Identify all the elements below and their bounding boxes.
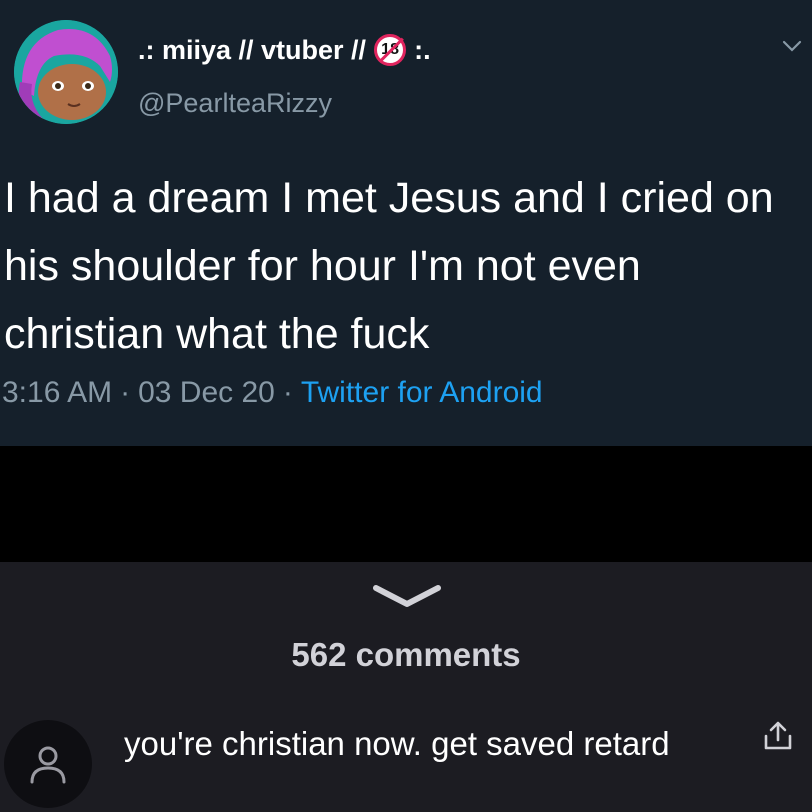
share-icon[interactable] [760,718,796,754]
comment-count: 562 comments [291,636,521,673]
collapse-chevron-icon[interactable] [372,582,442,612]
avatar-illustration [14,20,118,124]
user-handle[interactable]: @PearlteaRizzy [138,88,332,119]
tweet-metadata: 3:16 AM · 03 Dec 20 · Twitter for Android [2,376,543,410]
display-name-text: .: miiya // vtuber // [138,34,367,65]
commenter-avatar[interactable] [4,720,92,808]
display-name[interactable]: .: miiya // vtuber // 18 :. [138,34,431,66]
comments-panel: 562 comments you're christian now. get s… [0,562,812,812]
tweet-time: 3:16 AM [2,376,113,409]
user-icon [30,746,66,784]
separator-dot: · [282,376,293,409]
display-name-suffix: :. [414,34,431,65]
tweet-source-link[interactable]: Twitter for Android [301,376,543,409]
tweet-date: 03 Dec 20 [138,376,275,409]
comment-text: you're christian now. get saved retard [124,725,670,762]
separator-dot: · [120,376,131,409]
chevron-down-icon[interactable] [780,34,804,58]
tweet-text: I had a dream I met Jesus and I cried on… [4,174,774,358]
black-gap [0,446,812,562]
age-restriction-badge: 18 [374,34,407,66]
screenshot: .: miiya // vtuber // 18 :. @PearlteaRiz… [0,0,812,812]
tweet-card: .: miiya // vtuber // 18 :. @PearlteaRiz… [0,0,812,446]
profile-avatar[interactable] [14,20,118,124]
